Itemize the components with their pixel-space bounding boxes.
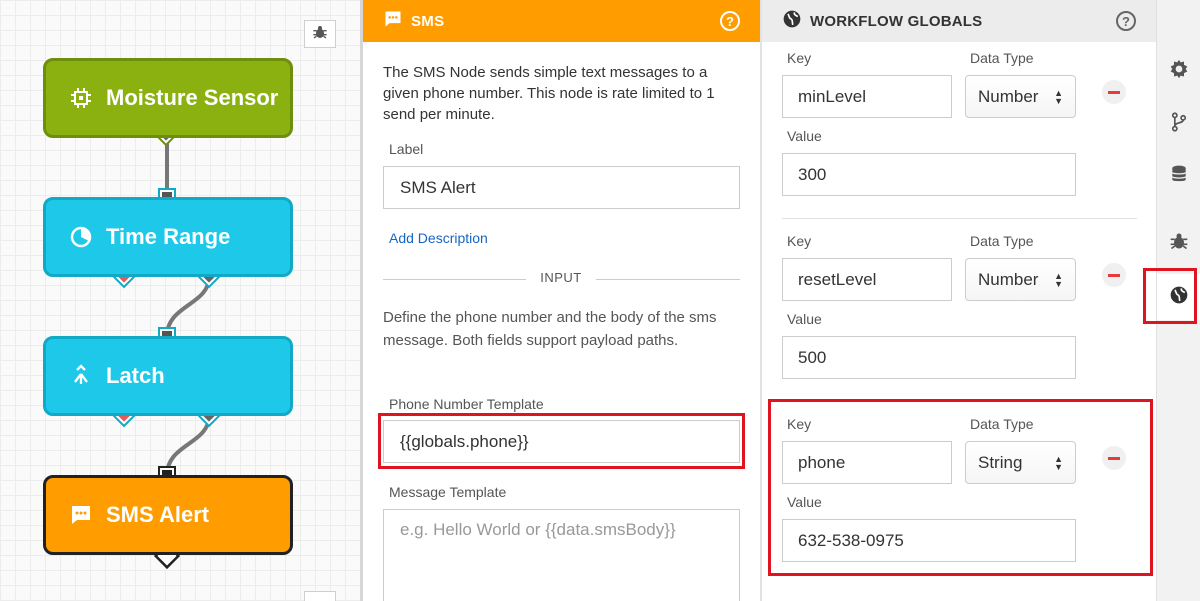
type-label: Data Type	[970, 50, 1034, 66]
label-field-label: Label	[389, 141, 424, 157]
panel-title: SMS	[411, 12, 445, 30]
key-label: Key	[787, 416, 812, 432]
type-label: Data Type	[970, 233, 1034, 249]
global-value-input[interactable]: 632-538-0975	[782, 519, 1076, 562]
global-key-input[interactable]: phone	[782, 441, 952, 484]
branch-icon	[1169, 111, 1189, 137]
input-description: Define the phone number and the body of …	[383, 309, 717, 349]
workflow-editor: Moisture Sensor Time Range Latch SMS Ale…	[0, 0, 1200, 601]
sidebar-item-debug[interactable]	[1157, 220, 1200, 266]
sidebar-item-settings[interactable]	[1157, 48, 1200, 94]
data-type-select[interactable]: Number ▲ ▼	[965, 75, 1076, 118]
chip-icon	[66, 83, 96, 113]
help-icon[interactable]: ?	[720, 11, 740, 31]
node-label: SMS Alert	[106, 502, 210, 527]
sidebar-item-storage[interactable]	[1157, 153, 1200, 199]
globe-icon	[1169, 285, 1189, 310]
phone-field-label: Phone Number Template	[389, 396, 544, 412]
message-icon	[66, 500, 96, 530]
key-label: Key	[787, 233, 812, 249]
value-label: Value	[787, 128, 822, 144]
key-label: Key	[787, 50, 812, 66]
global-key-input[interactable]: resetLevel	[782, 258, 952, 301]
database-icon	[1169, 164, 1189, 189]
add-description-link[interactable]: Add Description	[389, 230, 488, 246]
phone-number-input[interactable]: {{globals.phone}}	[383, 420, 740, 463]
node-moisture-sensor[interactable]: Moisture Sensor	[43, 58, 293, 138]
workflow-canvas[interactable]: Moisture Sensor Time Range Latch SMS Ale…	[0, 0, 363, 601]
select-arrows-icon: ▲ ▼	[1054, 453, 1063, 472]
node-time-range[interactable]: Time Range	[43, 197, 293, 277]
debug-toggle-button[interactable]	[304, 20, 336, 48]
node-label: Time Range	[106, 224, 231, 249]
panel-header: WORKFLOW GLOBALS ?	[762, 0, 1156, 42]
panel-title: WORKFLOW GLOBALS	[810, 12, 983, 30]
merge-icon	[66, 361, 96, 391]
select-value: Number	[978, 86, 1039, 106]
select-arrows-icon: ▲ ▼	[1054, 87, 1063, 106]
workflow-globals-panel: WORKFLOW GLOBALS ? Key Data Type minLeve…	[760, 0, 1156, 601]
global-entry: Key Data Type resetLevel Number ▲ ▼ Value…	[762, 225, 1158, 400]
type-label: Data Type	[970, 416, 1034, 432]
message-field-label: Message Template	[389, 484, 507, 500]
globe-icon	[782, 9, 802, 34]
value-label: Value	[787, 311, 822, 327]
panel-header: SMS ?	[363, 0, 760, 42]
message-icon	[383, 9, 403, 34]
global-value-input[interactable]: 300	[782, 153, 1076, 196]
right-sidebar	[1156, 0, 1200, 601]
input-section-label: INPUT	[526, 270, 596, 285]
entry-separator	[782, 218, 1137, 219]
value-label: Value	[787, 494, 822, 510]
clock-icon	[66, 222, 96, 252]
global-key-input[interactable]: minLevel	[782, 75, 952, 118]
node-sms-alert[interactable]: SMS Alert	[43, 475, 293, 555]
label-input[interactable]: SMS Alert	[383, 166, 740, 209]
sidebar-item-versions[interactable]	[1157, 101, 1200, 147]
bug-icon	[312, 24, 328, 45]
select-value: String	[978, 452, 1023, 472]
zoom-in-button[interactable]	[304, 591, 336, 601]
remove-global-button[interactable]	[1102, 446, 1126, 470]
remove-global-button[interactable]	[1102, 80, 1126, 104]
bug-icon	[1169, 231, 1189, 256]
node-latch[interactable]: Latch	[43, 336, 293, 416]
global-value-input[interactable]: 500	[782, 336, 1076, 379]
node-label: Latch	[106, 363, 165, 388]
node-properties-panel: SMS ? The SMS Node sends simple text mes…	[363, 0, 760, 601]
gear-icon	[1169, 59, 1189, 84]
select-value: Number	[978, 269, 1039, 289]
node-description: The SMS Node sends simple text messages …	[383, 64, 715, 123]
node-label: Moisture Sensor	[106, 85, 279, 110]
global-entry: Key Data Type minLevel Number ▲ ▼ Value 3…	[762, 42, 1158, 217]
help-icon[interactable]: ?	[1116, 11, 1136, 31]
data-type-select[interactable]: Number ▲ ▼	[965, 258, 1076, 301]
remove-global-button[interactable]	[1102, 263, 1126, 287]
select-arrows-icon: ▲ ▼	[1054, 270, 1063, 289]
data-type-select[interactable]: String ▲ ▼	[965, 441, 1076, 484]
message-template-input[interactable]: e.g. Hello World or {{data.smsBody}}	[383, 509, 740, 601]
global-entry: Key Data Type phone String ▲ ▼ Value 632-…	[762, 408, 1158, 583]
sidebar-item-globals[interactable]	[1157, 274, 1200, 320]
